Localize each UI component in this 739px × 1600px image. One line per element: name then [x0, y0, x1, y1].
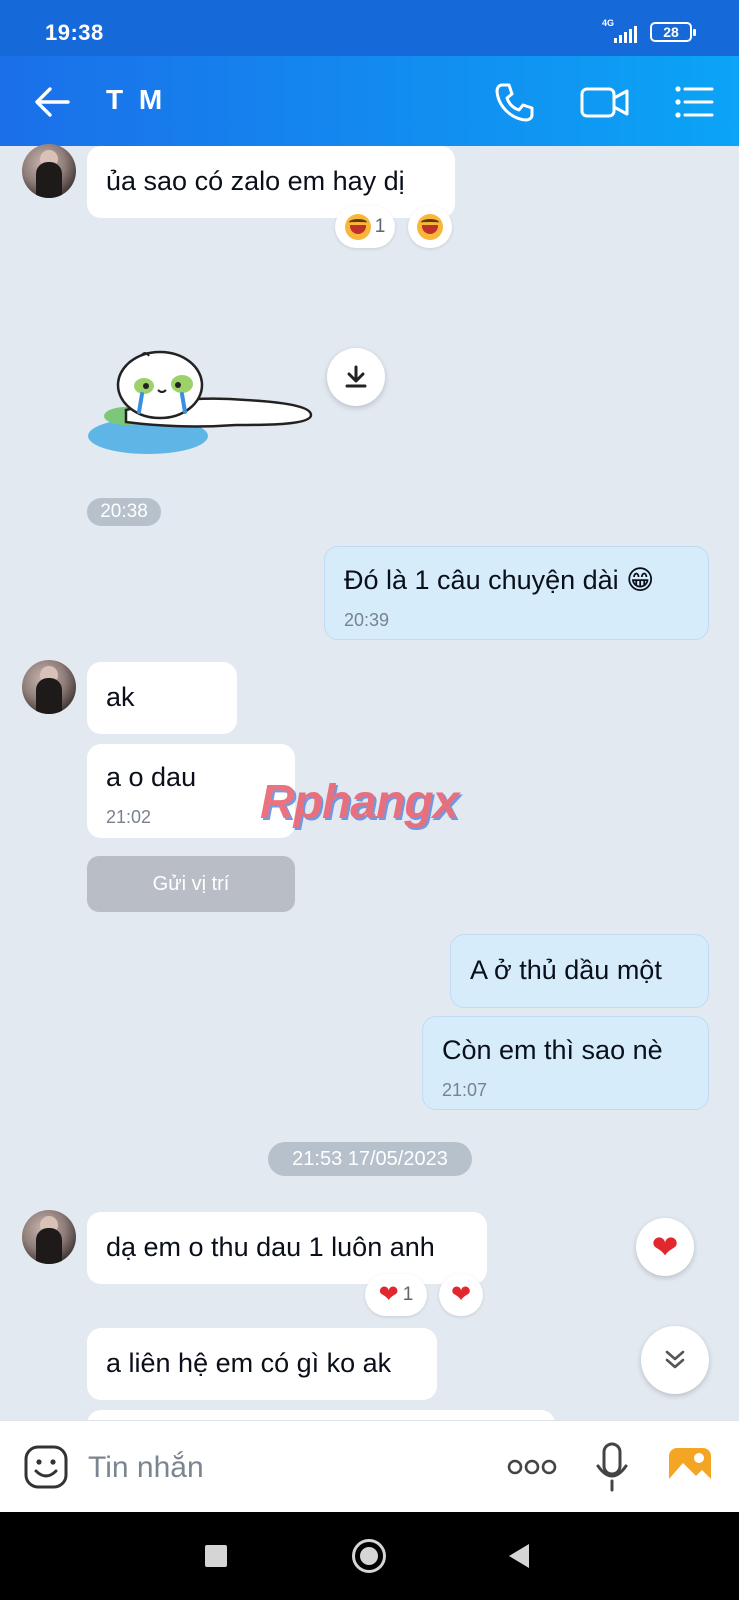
- back-arrow-icon[interactable]: [32, 82, 72, 122]
- message-bubble[interactable]: ủa sao có zalo em hay dị: [87, 146, 455, 218]
- status-time: 19:38: [45, 20, 104, 45]
- scroll-to-bottom-button[interactable]: [641, 1326, 709, 1394]
- message-bubble[interactable]: ak: [87, 662, 237, 734]
- microphone-icon[interactable]: [594, 1441, 630, 1493]
- laugh-emoji-icon: [417, 214, 443, 240]
- back-button[interactable]: [506, 1542, 532, 1570]
- chat-header: T M: [0, 56, 739, 146]
- download-button[interactable]: [327, 348, 385, 406]
- heart-icon: ❤: [378, 1281, 399, 1308]
- system-navigation-bar: [0, 1512, 739, 1600]
- avatar[interactable]: [22, 660, 76, 714]
- download-icon: [345, 365, 367, 388]
- message-bubble[interactable]: Còn em thì sao nè 21:07: [422, 1016, 709, 1110]
- avatar[interactable]: [22, 144, 76, 198]
- time-chip: 20:38: [87, 498, 161, 526]
- watermark: Rphangx: [260, 776, 459, 829]
- avatar[interactable]: [22, 1210, 76, 1264]
- image-gallery-icon[interactable]: [666, 1443, 714, 1491]
- heart-icon: ❤: [651, 1229, 679, 1265]
- reaction-summary[interactable]: 1: [335, 206, 395, 248]
- date-separator: 21:53 17/05/2023: [268, 1142, 472, 1176]
- chevron-double-down-icon: [665, 1350, 685, 1369]
- phone-icon[interactable]: [490, 78, 538, 126]
- crying-sticker[interactable]: [86, 350, 316, 460]
- signal-icon: 4G: [600, 18, 640, 46]
- message-bubble[interactable]: a liên hệ em có gì ko ak: [87, 1328, 437, 1400]
- message-bubble[interactable]: A ở thủ dầu một: [450, 934, 709, 1008]
- reaction-summary[interactable]: ❤ 1: [365, 1274, 427, 1316]
- add-reaction-button[interactable]: ❤: [439, 1274, 483, 1316]
- more-options-icon[interactable]: [506, 1453, 558, 1481]
- status-bar: 19:38 4G 28: [0, 0, 739, 56]
- message-bubble[interactable]: Đó là 1 câu chuyện dài 😁 20:39: [324, 546, 709, 640]
- contact-name[interactable]: T M: [106, 84, 166, 116]
- add-reaction-button[interactable]: [408, 206, 452, 248]
- home-button[interactable]: [352, 1539, 386, 1573]
- battery-icon: 28: [650, 22, 696, 42]
- laugh-emoji-icon: [344, 214, 371, 240]
- sticker-icon[interactable]: [22, 1443, 70, 1491]
- recent-apps-button[interactable]: [205, 1545, 227, 1567]
- menu-list-icon[interactable]: [670, 78, 718, 126]
- heart-icon: ❤: [450, 1281, 472, 1308]
- quick-heart-button[interactable]: ❤: [636, 1218, 694, 1276]
- send-location-button[interactable]: Gửi vị trí: [87, 856, 295, 912]
- message-bubble[interactable]: dạ em o thu dau 1 luôn anh: [87, 1212, 487, 1284]
- composer-bar: Tin nhắn: [0, 1420, 739, 1512]
- video-call-icon[interactable]: [578, 78, 632, 126]
- message-input[interactable]: Tin nhắn: [88, 1451, 204, 1485]
